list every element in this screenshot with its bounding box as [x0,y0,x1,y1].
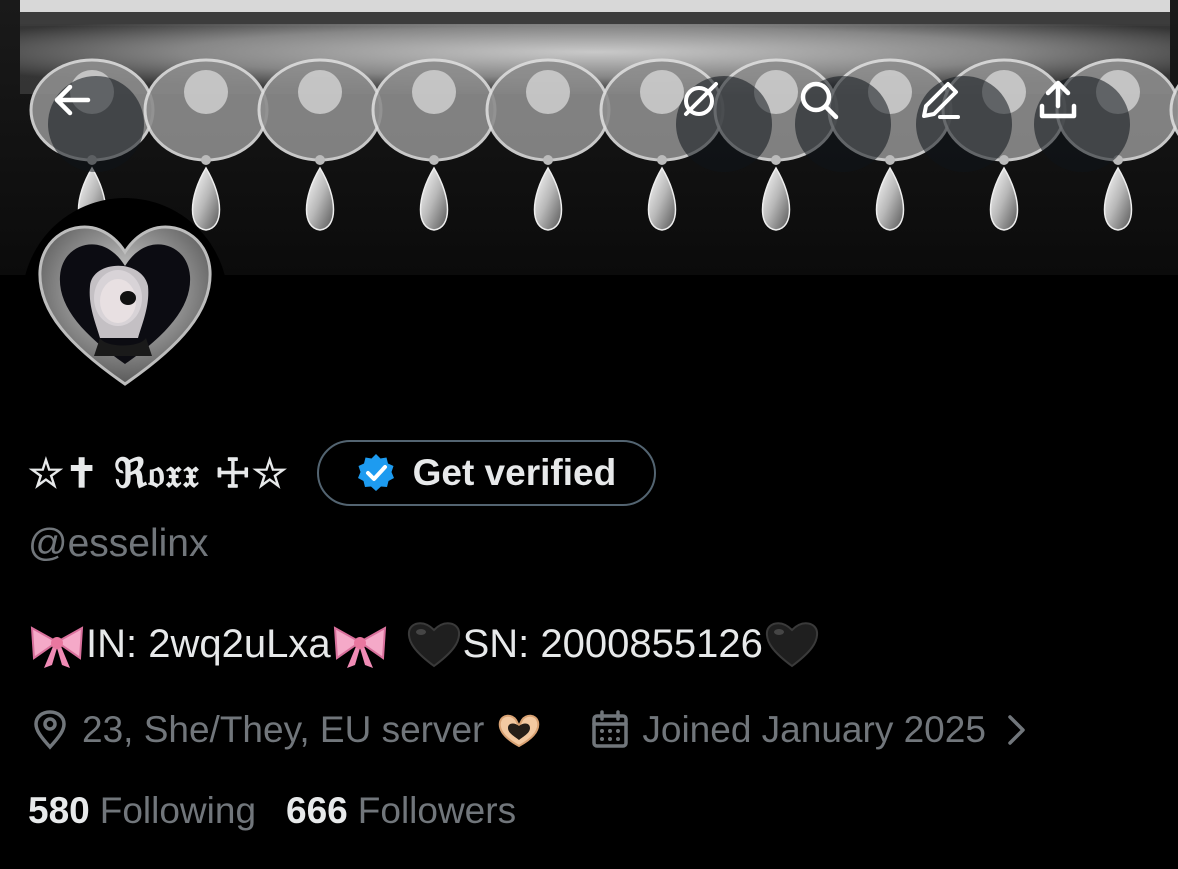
crystal-drop [647,166,677,231]
following-count: 580 [28,790,90,831]
profile-page: ☆✝ ℜ𝔬𝔵𝔵 ☩☆ Get verified @esselinx IN: 2w… [0,0,1178,869]
chevron-right-icon[interactable] [1002,712,1030,748]
share-icon [1039,80,1077,119]
bio-in-text: IN: 2wq2uLxa [86,621,331,666]
follow-stats: 580 Following 666 Followers [28,790,516,832]
bio: IN: 2wq2uLxa SN: 2000855126 [28,618,821,670]
display-name: ☆✝ ℜ𝔬𝔵𝔵 ☩☆ [28,449,289,497]
following-label: Following [99,790,257,831]
back-button[interactable] [48,76,144,172]
avatar[interactable] [22,198,228,404]
lace-bead [315,155,325,165]
crystal-drop [419,166,449,231]
lace-flower [184,70,228,114]
name-row: ☆✝ ℜ𝔬𝔵𝔵 ☩☆ Get verified [28,438,657,508]
crystal-drop [875,166,905,231]
heart-frame-avatar-image [38,225,212,386]
lace-bead [657,155,667,165]
black-heart-emoji-icon [765,622,818,668]
lace-bead [429,155,439,165]
crystal-drop [989,166,1019,231]
crystal-drop [533,166,563,231]
lace-scallop [1169,84,1178,136]
lace-flower [412,70,456,114]
verified-badge-icon [357,454,394,491]
ribbon-emoji-icon [333,626,386,668]
followers-label: Followers [357,790,517,831]
lace-flower [526,70,570,114]
search-icon [800,81,839,120]
edit-button[interactable] [916,76,1012,172]
joined-date: Joined January 2025 [642,709,986,750]
lace-bead [201,155,211,165]
grok-button[interactable] [676,76,772,172]
grok-icon [684,82,718,116]
edit-icon [922,82,960,119]
crystal-drop [761,166,791,231]
user-handle: @esselinx [28,522,209,565]
get-verified-button[interactable]: Get verified [316,440,657,506]
profile-meta: 23, She/They, EU server Joined January 2… [30,705,1030,755]
search-button[interactable] [795,76,891,172]
lace-bead [771,155,781,165]
crystal-drop [305,166,335,231]
crystal-drop [1103,166,1133,231]
followers-link[interactable]: 666 Followers [286,790,516,832]
lace-bead [543,155,553,165]
lace-bead [885,155,895,165]
following-link[interactable]: 580 Following [28,790,256,832]
lace-flower [298,70,342,114]
location-pin-icon [34,710,66,750]
black-heart-emoji-icon [407,622,460,668]
location-text: 23, She/They, EU server [82,709,485,750]
ribbon-emoji-icon [30,626,84,668]
share-button[interactable] [1034,76,1130,172]
bio-sn-text: SN: 2000855126 [462,621,763,666]
calendar-icon [592,710,629,748]
followers-count: 666 [286,790,348,831]
heart-hands-emoji-icon [499,714,540,748]
get-verified-label: Get verified [412,452,617,493]
lace-bead [999,155,1009,165]
arrow-left-icon [54,84,91,116]
